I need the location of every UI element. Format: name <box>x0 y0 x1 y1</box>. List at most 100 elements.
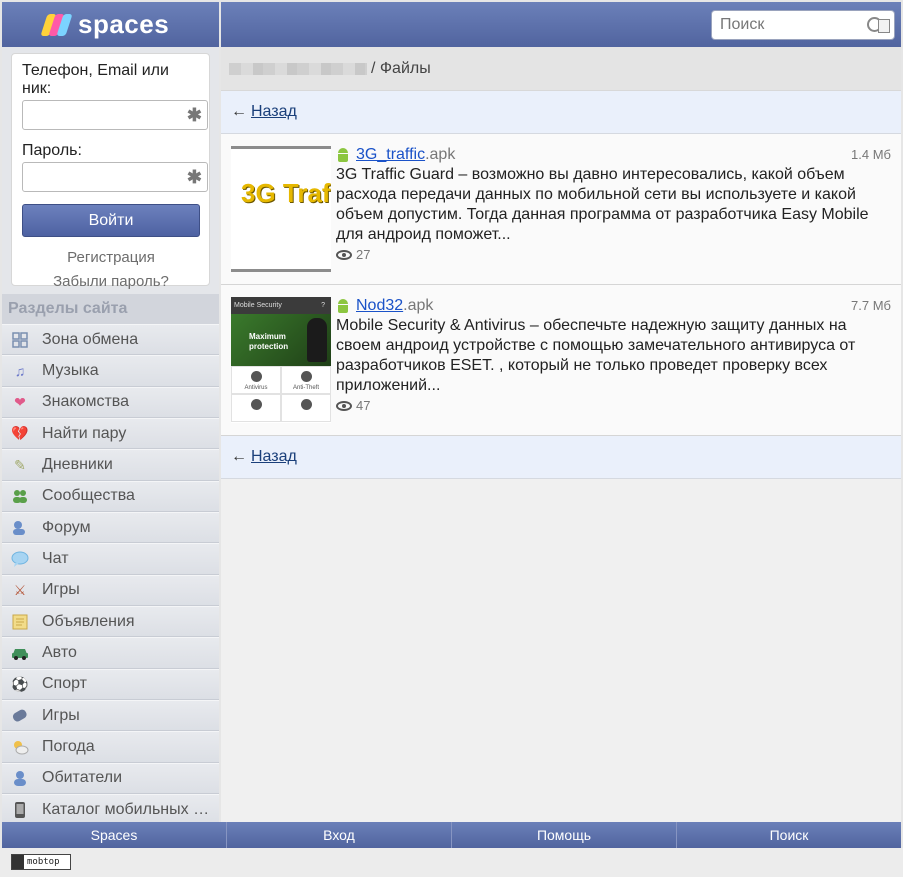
sidebar-item-label: Чат <box>42 550 69 568</box>
breadcrumb-current: / Файлы <box>371 59 431 77</box>
alien-face-icon <box>307 318 327 362</box>
thumbnail-cell <box>231 394 281 422</box>
sidebar-item-label: Каталог мобильных устройств <box>42 800 210 818</box>
password-field[interactable]: ✱ <box>22 162 208 192</box>
eye-icon <box>336 400 352 411</box>
blurred-username[interactable] <box>229 62 367 75</box>
notice-board-icon <box>11 613 29 631</box>
required-icon: ✱ <box>186 105 202 125</box>
broken-heart-icon: 💔 <box>11 425 29 442</box>
counter-bars-icon <box>12 855 24 869</box>
sidebar-item-music[interactable]: ♫ Музыка <box>2 355 219 387</box>
sidebar-item-label: Объявления <box>42 612 135 630</box>
swords-icon: ⚔ <box>13 581 27 598</box>
mobtop-counter[interactable]: mobtop <box>11 854 71 870</box>
sidebar-item-diaries[interactable]: ✎ Дневники <box>2 449 219 481</box>
music-note-icon: ♫ <box>14 363 26 380</box>
sidebar-item-device-catalog[interactable]: Каталог мобильных устройств <box>2 794 219 826</box>
android-icon <box>336 148 350 162</box>
sidebar-item-chat[interactable]: Чат <box>2 543 219 575</box>
thumbnail-grid: Antivirus Anti-Theft <box>231 366 331 422</box>
sidebar-item-exchange[interactable]: Зона обмена <box>2 324 219 356</box>
footer-link-help[interactable]: Помощь <box>452 822 677 848</box>
thumbnail-header: Mobile Security ? <box>231 297 331 314</box>
sidebar-item-label: Музыка <box>42 362 99 380</box>
sidebar-item-label: Дневники <box>42 456 113 474</box>
pencil-icon: ✎ <box>14 456 26 473</box>
file-size: 1.4 Мб <box>851 147 891 162</box>
spaces-logo-icon <box>40 13 73 36</box>
file-views: 47 <box>336 398 891 413</box>
sidebar-item-ads[interactable]: Объявления <box>2 606 219 638</box>
sidebar-item-label: Спорт <box>42 675 87 693</box>
file-description: Mobile Security & Antivirus – обеспечьте… <box>336 317 856 394</box>
file-header: Nod32 .apk <box>336 297 891 315</box>
sidebar: Телефон, Email или ник: ✱ Пароль: ✱ Войт… <box>2 47 219 826</box>
header-bar: Поиск <box>221 2 901 47</box>
footer-link-login[interactable]: Вход <box>227 822 452 848</box>
users-icon <box>11 487 29 505</box>
sidebar-item-sport[interactable]: ⚽ Спорт <box>2 668 219 701</box>
sidebar-item-dating[interactable]: ❤ Знакомства <box>2 386 219 419</box>
file-name-link[interactable]: 3G_traffic <box>356 146 425 164</box>
forgot-password-link[interactable]: Забыли пароль? <box>22 273 200 290</box>
thumbnail-help-icon: ? <box>321 302 325 309</box>
thumbnail-cell: Antivirus <box>231 366 281 394</box>
register-link[interactable]: Регистрация <box>22 249 200 266</box>
forum-icon <box>11 519 29 537</box>
sidebar-item-label: Знакомства <box>42 393 130 411</box>
login-label: Телефон, Email или ник: <box>22 62 169 97</box>
sidebar-item-label: Сообщества <box>42 487 135 505</box>
file-thumbnail[interactable]: 3G Traffic Guard <box>231 146 331 272</box>
footer-link-search[interactable]: Поиск <box>677 822 901 848</box>
thumbnail-cell: Anti-Theft <box>281 366 331 394</box>
car-icon <box>11 644 29 662</box>
sidebar-item-label: Форум <box>42 518 91 536</box>
back-arrow-icon: ← <box>231 103 247 120</box>
search-icon[interactable] <box>866 16 890 34</box>
soccer-ball-icon: ⚽ <box>11 675 29 692</box>
sidebar-item-label: Обитатели <box>42 769 123 787</box>
search-input[interactable]: Поиск <box>711 10 895 40</box>
sidebar-item-weather[interactable]: Погода <box>2 731 219 763</box>
sidebar-item-games[interactable]: ⚔ Игры <box>2 574 219 607</box>
sidebar-item-find-pair[interactable]: 💔 Найти пару <box>2 418 219 450</box>
login-field[interactable]: ✱ <box>22 100 208 130</box>
back-link[interactable]: Назад <box>251 448 297 466</box>
sidebar-item-communities[interactable]: Сообщества <box>2 480 219 513</box>
logo[interactable]: spaces <box>2 2 219 47</box>
android-icon <box>336 299 350 313</box>
gamepad-icon <box>11 707 29 725</box>
password-label: Пароль: <box>22 142 82 159</box>
file-thumbnail[interactable]: Mobile Security ? Maximum protection Ant… <box>231 297 331 423</box>
sidebar-item-label: Найти пару <box>42 424 127 442</box>
sidebar-item-label: Игры <box>42 581 80 599</box>
file-item: Mobile Security ? Maximum protection Ant… <box>221 285 901 436</box>
sidebar-item-label: Зона обмена <box>42 330 139 348</box>
breadcrumb: / Файлы <box>221 47 901 91</box>
sections-title: Разделы сайта <box>2 294 219 324</box>
chat-bubble-icon <box>11 550 29 568</box>
views-count: 47 <box>356 398 371 413</box>
file-description: 3G Traffic Guard – возможно вы давно инт… <box>336 166 869 243</box>
login-button[interactable]: Войти <box>22 204 200 237</box>
heart-icon: ❤ <box>14 393 26 410</box>
counter-label: mobtop <box>27 857 60 867</box>
back-bar-top: ← Назад <box>221 91 901 134</box>
grid-icon <box>11 331 29 349</box>
thumbnail-banner-text: Maximum protection <box>249 332 289 351</box>
thumbnail-text: 3G Traffic Guard <box>241 178 331 208</box>
sidebar-item-forum[interactable]: Форум <box>2 512 219 544</box>
sidebar-item-games-2[interactable]: Игры <box>2 700 219 732</box>
weather-icon <box>11 738 29 756</box>
sidebar-item-auto[interactable]: Авто <box>2 637 219 669</box>
login-form: Телефон, Email или ник: ✱ Пароль: ✱ Войт… <box>11 53 210 290</box>
footer-nav: Spaces Вход Помощь Поиск <box>2 822 901 848</box>
sidebar-item-residents[interactable]: Обитатели <box>2 762 219 795</box>
views-count: 27 <box>356 247 371 262</box>
footer-link-spaces[interactable]: Spaces <box>2 822 227 848</box>
back-link[interactable]: Назад <box>251 103 297 121</box>
file-name-link[interactable]: Nod32 <box>356 297 403 315</box>
back-bar-bottom: ← Назад <box>221 436 901 479</box>
required-icon: ✱ <box>186 167 202 187</box>
